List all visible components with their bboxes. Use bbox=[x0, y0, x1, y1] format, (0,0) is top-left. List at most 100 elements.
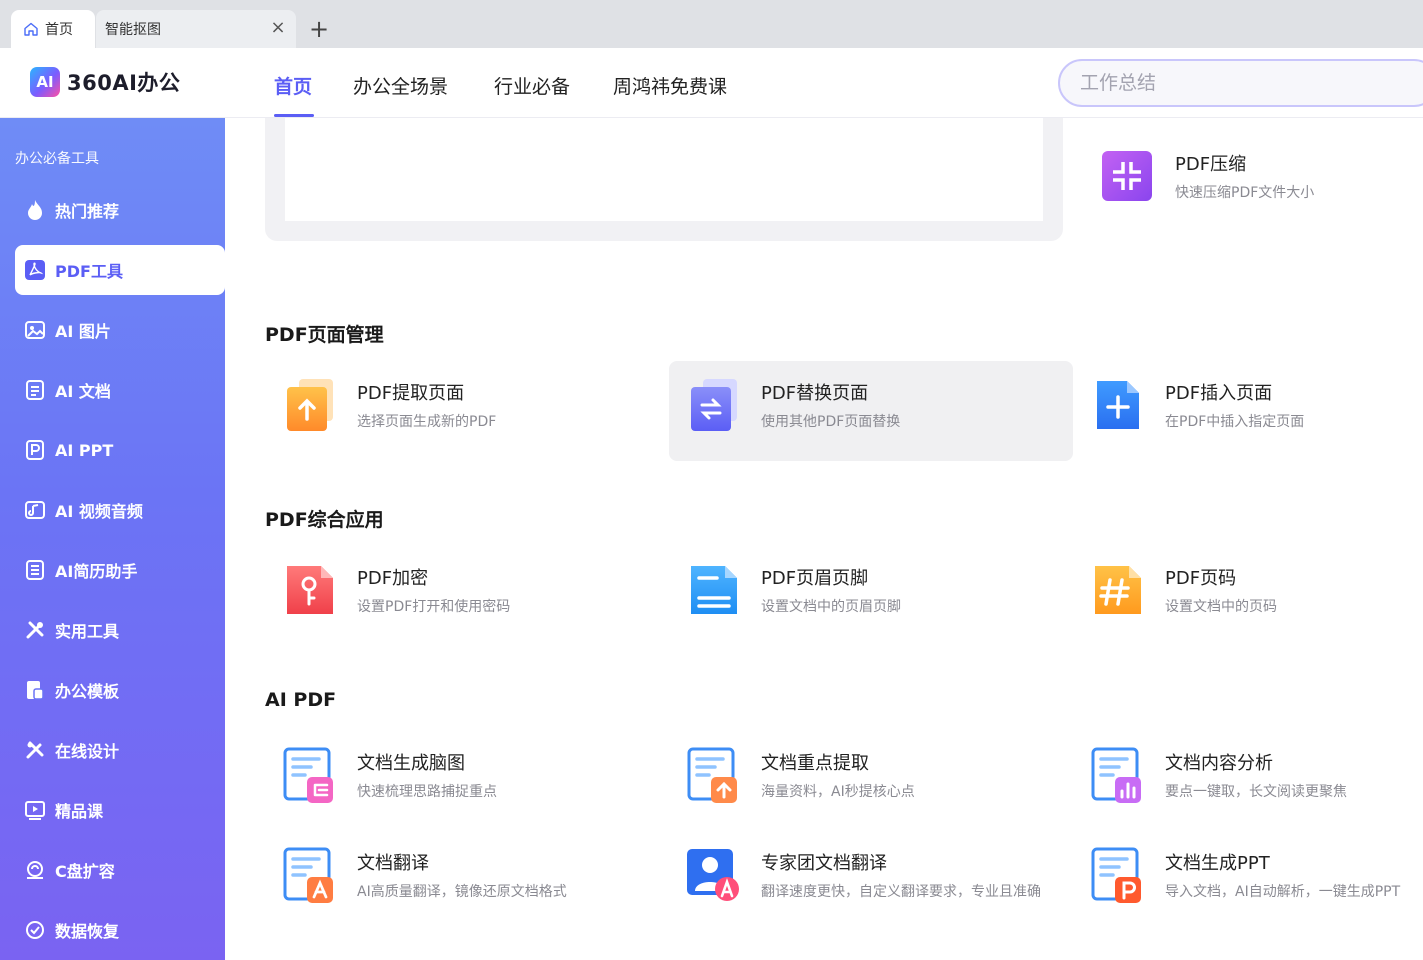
sidebar-item-label: AI简历助手 bbox=[55, 562, 138, 581]
sidebar-item-label: AI 视频音频 bbox=[55, 502, 143, 521]
sidebar-item-label: AI 图片 bbox=[55, 322, 111, 341]
sidebar-item-label: 数据恢复 bbox=[55, 922, 120, 941]
tool-desc: 翻译速度更快，自定义翻译要求，专业且准确 bbox=[761, 884, 1041, 900]
tool-desc: 要点一键取，长文阅读更聚焦 bbox=[1165, 784, 1347, 800]
sidebar-item-ai-image[interactable]: AI 图片 bbox=[15, 305, 225, 355]
main-content: PDF压缩 快速压缩PDF文件大小 PDF页面管理 PDF提取页面 选择页面生成… bbox=[245, 118, 1423, 960]
tool-desc: 选择页面生成新的PDF bbox=[357, 414, 497, 430]
sidebar-item-templates[interactable]: 办公模板 bbox=[15, 665, 225, 715]
ppt-icon bbox=[23, 438, 47, 462]
translate-icon bbox=[281, 847, 337, 903]
tool-name: PDF压缩 bbox=[1175, 154, 1247, 175]
tool-desc: 设置文档中的页码 bbox=[1165, 599, 1277, 615]
tool-pdf-extract-pages[interactable]: PDF提取页面 选择页面生成新的PDF bbox=[265, 361, 669, 461]
sidebar-item-recovery[interactable]: 数据恢复 bbox=[15, 905, 225, 955]
tool-doc-mindmap[interactable]: 文档生成脑图 快速梳理思路捕捉重点 bbox=[265, 731, 669, 831]
search-box[interactable] bbox=[1058, 59, 1423, 107]
new-tab-button[interactable]: + bbox=[306, 16, 332, 42]
sidebar-item-courses[interactable]: 精品课 bbox=[15, 785, 225, 835]
tool-pdf-page-number[interactable]: PDF页码 设置文档中的页码 bbox=[1073, 546, 1423, 646]
logo-text: 360AI办公 bbox=[67, 71, 181, 95]
expert-translate-icon bbox=[685, 847, 741, 903]
tab-smart-cutout-label: 智能抠图 bbox=[105, 22, 161, 38]
tool-desc: 在PDF中插入指定页面 bbox=[1165, 414, 1305, 430]
sidebar-title: 办公必备工具 bbox=[15, 151, 99, 167]
search-input[interactable] bbox=[1060, 61, 1423, 105]
logo[interactable]: AI 360AI办公 bbox=[30, 67, 180, 97]
tool-desc: 快速梳理思路捕捉重点 bbox=[357, 784, 497, 800]
section-title-pdf-apps: PDF综合应用 bbox=[265, 509, 384, 531]
sidebar-item-utilities[interactable]: 实用工具 bbox=[15, 605, 225, 655]
sidebar-item-label: AI PPT bbox=[55, 440, 114, 460]
tab-smart-cutout[interactable]: 智能抠图 × bbox=[96, 10, 296, 48]
page-number-icon bbox=[1089, 562, 1145, 618]
tool-desc: 海量资料，AI秒提核心点 bbox=[761, 784, 915, 800]
replace-page-icon bbox=[685, 377, 741, 433]
tool-name: 文档重点提取 bbox=[761, 753, 869, 774]
app-header: AI 360AI办公 首页 办公全场景 行业必备 周鸿祎免费课 bbox=[0, 48, 1423, 118]
tool-pdf-replace-pages[interactable]: PDF替换页面 使用其他PDF页面替换 bbox=[669, 361, 1073, 461]
sidebar: 办公必备工具 热门推荐 PDF工具 AI 图片 AI 文档 AI PPT AI … bbox=[0, 118, 225, 960]
template-icon bbox=[23, 678, 47, 702]
sidebar-item-ai-video[interactable]: AI 视频音频 bbox=[15, 485, 225, 535]
sidebar-item-design[interactable]: 在线设计 bbox=[15, 725, 225, 775]
design-icon bbox=[23, 738, 47, 762]
document-icon bbox=[23, 378, 47, 402]
nav-active-indicator bbox=[274, 114, 314, 117]
tool-name: PDF页眉页脚 bbox=[761, 568, 869, 589]
tool-pdf-header-footer[interactable]: PDF页眉页脚 设置文档中的页眉页脚 bbox=[669, 546, 1073, 646]
flame-icon bbox=[23, 198, 47, 222]
close-icon[interactable]: × bbox=[268, 18, 288, 38]
section-title-page-management: PDF页面管理 bbox=[265, 324, 384, 346]
preview-card-body bbox=[285, 118, 1043, 221]
logo-mark-icon: AI bbox=[30, 67, 60, 97]
sidebar-item-label: PDF工具 bbox=[55, 262, 123, 281]
tool-name: 专家团文档翻译 bbox=[761, 853, 887, 874]
nav-free-course[interactable]: 周鸿祎免费课 bbox=[613, 72, 727, 99]
tool-desc: 导入文档，AI自动解析，一键生成PPT bbox=[1165, 884, 1401, 900]
sidebar-item-label: C盘扩容 bbox=[55, 862, 115, 881]
tool-doc-analysis[interactable]: 文档内容分析 要点一键取，长文阅读更聚焦 bbox=[1073, 731, 1423, 831]
tool-name: 文档生成PPT bbox=[1165, 853, 1270, 874]
sidebar-item-label: 热门推荐 bbox=[55, 202, 120, 221]
nav-office-scenes[interactable]: 办公全场景 bbox=[353, 72, 448, 99]
tool-name: PDF页码 bbox=[1165, 568, 1237, 589]
compress-icon bbox=[1099, 148, 1155, 204]
doc-to-ppt-icon bbox=[1089, 847, 1145, 903]
tool-name: 文档翻译 bbox=[357, 853, 429, 874]
tool-pdf-insert-pages[interactable]: PDF插入页面 在PDF中插入指定页面 bbox=[1073, 361, 1423, 461]
tab-home-label: 首页 bbox=[45, 22, 73, 38]
sidebar-item-label: 实用工具 bbox=[55, 622, 120, 641]
sidebar-item-label: 精品课 bbox=[55, 802, 104, 821]
disk-icon bbox=[23, 858, 47, 882]
sidebar-item-disk[interactable]: C盘扩容 bbox=[15, 845, 225, 895]
tool-doc-keypoints[interactable]: 文档重点提取 海量资料，AI秒提核心点 bbox=[669, 731, 1073, 831]
tool-pdf-encrypt[interactable]: PDF加密 设置PDF打开和使用密码 bbox=[265, 546, 669, 646]
sidebar-item-label: AI 文档 bbox=[55, 382, 111, 401]
sidebar-item-resume[interactable]: AI简历助手 bbox=[15, 545, 225, 595]
sidebar-item-pdf[interactable]: PDF工具 bbox=[15, 245, 225, 295]
browser-tab-strip: 首页 智能抠图 × + bbox=[0, 0, 1423, 48]
tool-desc: 快速压缩PDF文件大小 bbox=[1175, 185, 1315, 201]
tool-desc: 使用其他PDF页面替换 bbox=[761, 414, 901, 430]
tool-name: PDF插入页面 bbox=[1165, 383, 1273, 404]
mindmap-icon bbox=[281, 747, 337, 803]
sidebar-item-hot[interactable]: 热门推荐 bbox=[15, 185, 225, 235]
extract-page-icon bbox=[281, 377, 337, 433]
tool-name: PDF提取页面 bbox=[357, 383, 465, 404]
tool-name: 文档内容分析 bbox=[1165, 753, 1273, 774]
tool-doc-translate[interactable]: 文档翻译 AI高质量翻译，镜像还原文档格式 bbox=[265, 831, 669, 931]
nav-home[interactable]: 首页 bbox=[274, 72, 312, 99]
header-footer-icon bbox=[685, 562, 741, 618]
tool-pdf-compress[interactable]: PDF压缩 快速压缩PDF文件大小 bbox=[1083, 132, 1423, 232]
preview-card bbox=[265, 118, 1063, 241]
tool-desc: 设置PDF打开和使用密码 bbox=[357, 599, 511, 615]
sidebar-item-ai-ppt[interactable]: AI PPT bbox=[15, 425, 225, 475]
nav-industry[interactable]: 行业必备 bbox=[494, 72, 570, 99]
encrypt-icon bbox=[281, 562, 337, 618]
sidebar-item-ai-doc[interactable]: AI 文档 bbox=[15, 365, 225, 415]
tool-expert-translate[interactable]: 专家团文档翻译 翻译速度更快，自定义翻译要求，专业且准确 bbox=[669, 831, 1073, 931]
tool-name: PDF加密 bbox=[357, 568, 429, 589]
tab-home[interactable]: 首页 bbox=[11, 10, 95, 48]
tool-doc-to-ppt[interactable]: 文档生成PPT 导入文档，AI自动解析，一键生成PPT bbox=[1073, 831, 1423, 931]
